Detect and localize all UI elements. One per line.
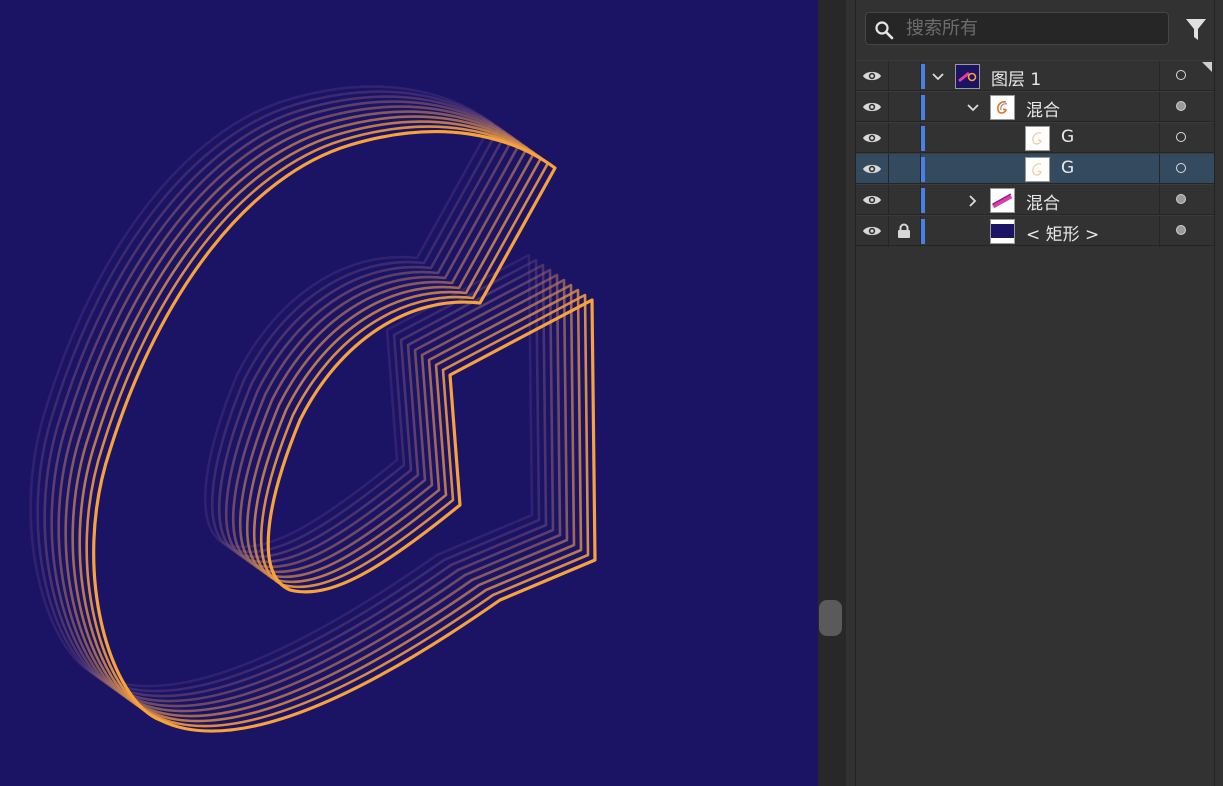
- blend2-thumb: [990, 188, 1015, 213]
- canvas-scrollbar-thumb[interactable]: [819, 600, 842, 636]
- chevron-down-icon[interactable]: [966, 100, 980, 119]
- canvas-scrollbar-track[interactable]: [818, 0, 846, 786]
- visibility-toggle[interactable]: [856, 61, 889, 92]
- target-open-icon: [1176, 70, 1186, 80]
- chevron-down-icon[interactable]: [931, 69, 945, 88]
- layer-row[interactable]: 混合: [856, 91, 1215, 123]
- layer-name[interactable]: 图层 1: [991, 65, 1041, 90]
- blend-artwork-g[interactable]: [0, 0, 818, 786]
- target-filled-icon: [1176, 101, 1186, 111]
- target-indicator[interactable]: [1159, 123, 1215, 154]
- layer-name[interactable]: < 矩形 >: [1026, 220, 1099, 245]
- visibility-toggle[interactable]: [856, 123, 889, 154]
- search-box[interactable]: [865, 12, 1169, 45]
- g-thumb: [1025, 126, 1050, 151]
- lock-toggle[interactable]: [888, 92, 921, 123]
- layer-color-bar: [921, 157, 925, 182]
- visibility-toggle[interactable]: [856, 92, 889, 123]
- layer-color-bar: [921, 188, 925, 213]
- lock-toggle[interactable]: [888, 123, 921, 154]
- target-filled-icon: [1176, 225, 1186, 235]
- search-input[interactable]: [906, 13, 1156, 44]
- visibility-toggle[interactable]: [856, 185, 889, 216]
- lock-toggle[interactable]: [888, 185, 921, 216]
- layers-panel-body: 图层 1混合GG混合< 矩形 >: [855, 0, 1215, 786]
- layer-thumb: [955, 64, 980, 89]
- layer-color-bar: [921, 219, 925, 244]
- lock-toggle[interactable]: [888, 216, 921, 247]
- layer-row[interactable]: 混合: [856, 184, 1215, 216]
- blend-thumb: [990, 95, 1015, 120]
- layer-name[interactable]: 混合: [1026, 96, 1060, 121]
- layer-row[interactable]: G: [856, 122, 1215, 154]
- lock-toggle[interactable]: [888, 154, 921, 185]
- layer-color-bar: [921, 64, 925, 89]
- filter-icon[interactable]: [1185, 18, 1207, 42]
- rect-thumb: [990, 219, 1015, 244]
- layer-name[interactable]: G: [1061, 158, 1074, 178]
- artboard-canvas[interactable]: [0, 0, 818, 786]
- target-indicator[interactable]: [1159, 154, 1215, 185]
- layer-name[interactable]: G: [1061, 127, 1074, 147]
- layer-color-bar: [921, 95, 925, 120]
- layers-panel: 图层 1混合GG混合< 矩形 >: [846, 0, 1223, 786]
- layer-row[interactable]: < 矩形 >: [856, 215, 1215, 247]
- target-filled-icon: [1176, 194, 1186, 204]
- layer-name[interactable]: 混合: [1026, 189, 1060, 214]
- lock-toggle[interactable]: [888, 61, 921, 92]
- target-open-icon: [1176, 132, 1186, 142]
- target-indicator[interactable]: [1159, 185, 1215, 216]
- visibility-toggle[interactable]: [856, 216, 889, 247]
- layers-list: 图层 1 混合 G G 混合 < 矩形 >: [856, 60, 1215, 247]
- target-indicator[interactable]: [1159, 92, 1215, 123]
- chevron-right-icon[interactable]: [966, 193, 980, 212]
- target-open-icon: [1176, 163, 1186, 173]
- layer-row[interactable]: 图层 1: [856, 60, 1215, 92]
- layer-color-bar: [921, 126, 925, 151]
- target-indicator[interactable]: [1159, 61, 1215, 92]
- search-icon: [875, 21, 894, 40]
- g-thumb: [1025, 157, 1050, 182]
- target-indicator[interactable]: [1159, 216, 1215, 247]
- visibility-toggle[interactable]: [856, 154, 889, 185]
- layer-row[interactable]: G: [856, 153, 1215, 185]
- blend-step-outline: [57, 105, 562, 708]
- blend-step-outline: [64, 110, 569, 713]
